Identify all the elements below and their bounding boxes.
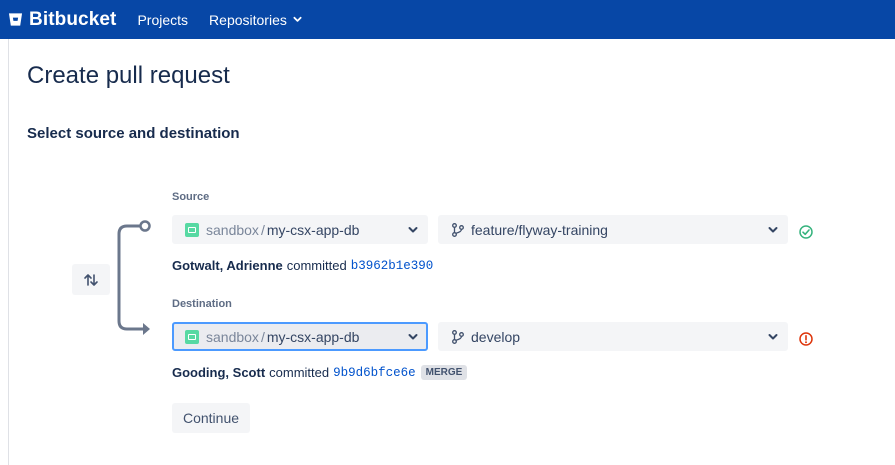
source-repo-project: sandbox [206,221,259,238]
chevron-down-icon [408,227,418,233]
destination-repo-name: my-csx-app-db [266,328,360,345]
section-title: Select source and destination [27,125,240,142]
source-repo-name: my-csx-app-db [266,221,360,238]
repository-icon [185,222,199,237]
source-repository-select[interactable]: sandbox / my-csx-app-db [172,215,428,244]
source-commit-hash-link[interactable]: b3962b1e390 [351,259,434,273]
destination-repo-separator: / [260,328,265,345]
top-navigation-bar: Bitbucket Projects Repositories [0,0,895,39]
nav-projects[interactable]: Projects [137,12,188,28]
chevron-down-icon [768,334,778,340]
swap-arrows-icon [84,273,98,286]
check-circle-icon [799,225,813,239]
error-circle-icon [799,332,813,346]
destination-branch-select[interactable]: develop [438,322,788,351]
branch-icon [452,222,464,237]
source-label: Source [172,191,210,203]
repository-icon [185,329,199,344]
nav-repositories-label: Repositories [209,11,287,28]
product-name: Bitbucket [29,8,117,30]
destination-label: Destination [172,298,232,310]
destination-commit-hash-link[interactable]: 9b9d6bfce6e [333,366,416,380]
destination-branch-name: develop [471,328,521,345]
merge-badge: MERGE [420,365,468,380]
chevron-down-icon [768,227,778,233]
source-commit-author: Gotwalt, Adrienne [172,258,283,273]
sidebar-divider [8,39,9,465]
source-commit-verb: committed [286,258,347,273]
destination-commit-verb: committed [269,365,330,380]
chevron-down-icon [293,16,302,22]
source-branch-select[interactable]: feature/flyway-training [438,215,788,244]
source-branch-name: feature/flyway-training [471,221,608,238]
destination-commit-author: Gooding, Scott [172,365,266,380]
destination-repository-select[interactable]: sandbox / my-csx-app-db [172,322,428,351]
chevron-down-icon [408,334,418,340]
bitbucket-logo-icon [8,13,23,26]
nav-repositories[interactable]: Repositories [209,12,302,28]
swap-branches-button[interactable] [72,264,110,295]
source-repo-separator: / [260,221,265,238]
source-commit-info: Gotwalt, Adrienne committed b3962b1e390 [172,258,433,273]
source-destination-connector [117,220,151,335]
destination-repo-project: sandbox [206,328,259,345]
continue-button[interactable]: Continue [172,403,250,433]
destination-commit-info: Gooding, Scott committed 9b9d6bfce6e MER… [172,365,468,380]
branch-icon [452,329,464,344]
page-title: Create pull request [27,62,230,89]
product-logo[interactable]: Bitbucket [8,9,116,31]
